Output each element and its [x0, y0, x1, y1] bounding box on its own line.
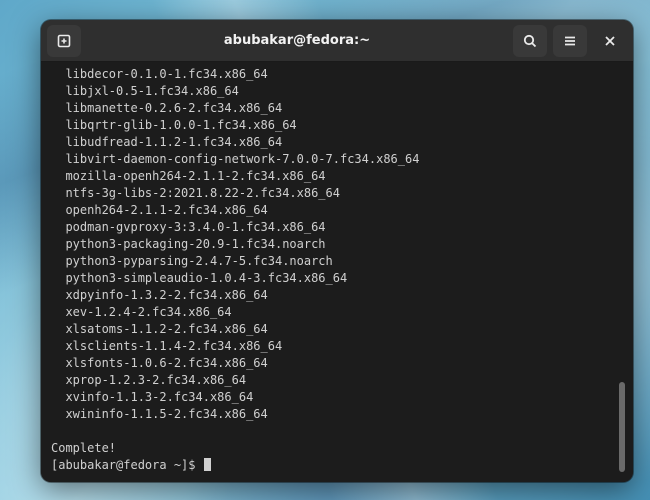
cursor — [204, 458, 211, 471]
package-line: libudfread-1.1.2-1.fc34.x86_64 — [51, 134, 617, 151]
package-line: ntfs-3g-libs-2:2021.8.22-2.fc34.x86_64 — [51, 185, 617, 202]
package-line: libjxl-0.5-1.fc34.x86_64 — [51, 83, 617, 100]
package-line: xdpyinfo-1.3.2-2.fc34.x86_64 — [51, 287, 617, 304]
scrollbar-thumb[interactable] — [619, 382, 625, 472]
package-line: mozilla-openh264-2.1.1-2.fc34.x86_64 — [51, 168, 617, 185]
close-icon — [603, 34, 617, 48]
package-line: python3-simpleaudio-1.0.4-3.fc34.x86_64 — [51, 270, 617, 287]
package-line: xwininfo-1.1.5-2.fc34.x86_64 — [51, 406, 617, 423]
package-line: xlsfonts-1.0.6-2.fc34.x86_64 — [51, 355, 617, 372]
package-line: podman-gvproxy-3:3.4.0-1.fc34.x86_64 — [51, 219, 617, 236]
package-line: libdecor-0.1.0-1.fc34.x86_64 — [51, 66, 617, 83]
menu-button[interactable] — [553, 25, 587, 57]
package-line: xlsatoms-1.1.2-2.fc34.x86_64 — [51, 321, 617, 338]
package-line: xlsclients-1.1.4-2.fc34.x86_64 — [51, 338, 617, 355]
window-title: abubakar@fedora:~ — [85, 33, 509, 48]
package-line: libqrtr-glib-1.0.0-1.fc34.x86_64 — [51, 117, 617, 134]
package-line: xev-1.2.4-2.fc34.x86_64 — [51, 304, 617, 321]
package-line: python3-packaging-20.9-1.fc34.noarch — [51, 236, 617, 253]
terminal-output: libdecor-0.1.0-1.fc34.x86_64 libjxl-0.5-… — [51, 66, 617, 478]
titlebar: abubakar@fedora:~ — [41, 20, 633, 62]
search-button[interactable] — [513, 25, 547, 57]
package-line: openh264-2.1.1-2.fc34.x86_64 — [51, 202, 617, 219]
close-button[interactable] — [593, 25, 627, 57]
new-tab-button[interactable] — [47, 25, 81, 57]
terminal-window: abubakar@fedora:~ — [41, 20, 633, 482]
terminal-body[interactable]: libdecor-0.1.0-1.fc34.x86_64 libjxl-0.5-… — [41, 62, 633, 482]
package-line: python3-pyparsing-2.4.7-5.fc34.noarch — [51, 253, 617, 270]
package-line: xprop-1.2.3-2.fc34.x86_64 — [51, 372, 617, 389]
package-line: libvirt-daemon-config-network-7.0.0-7.fc… — [51, 151, 617, 168]
search-icon — [522, 33, 538, 49]
complete-line: Complete! — [51, 440, 617, 457]
new-tab-icon — [56, 33, 72, 49]
package-line: xvinfo-1.1.3-2.fc34.x86_64 — [51, 389, 617, 406]
package-line: libmanette-0.2.6-2.fc34.x86_64 — [51, 100, 617, 117]
prompt-line: [abubakar@fedora ~]$ — [51, 457, 617, 474]
scrollbar[interactable] — [617, 68, 627, 476]
hamburger-icon — [562, 33, 578, 49]
